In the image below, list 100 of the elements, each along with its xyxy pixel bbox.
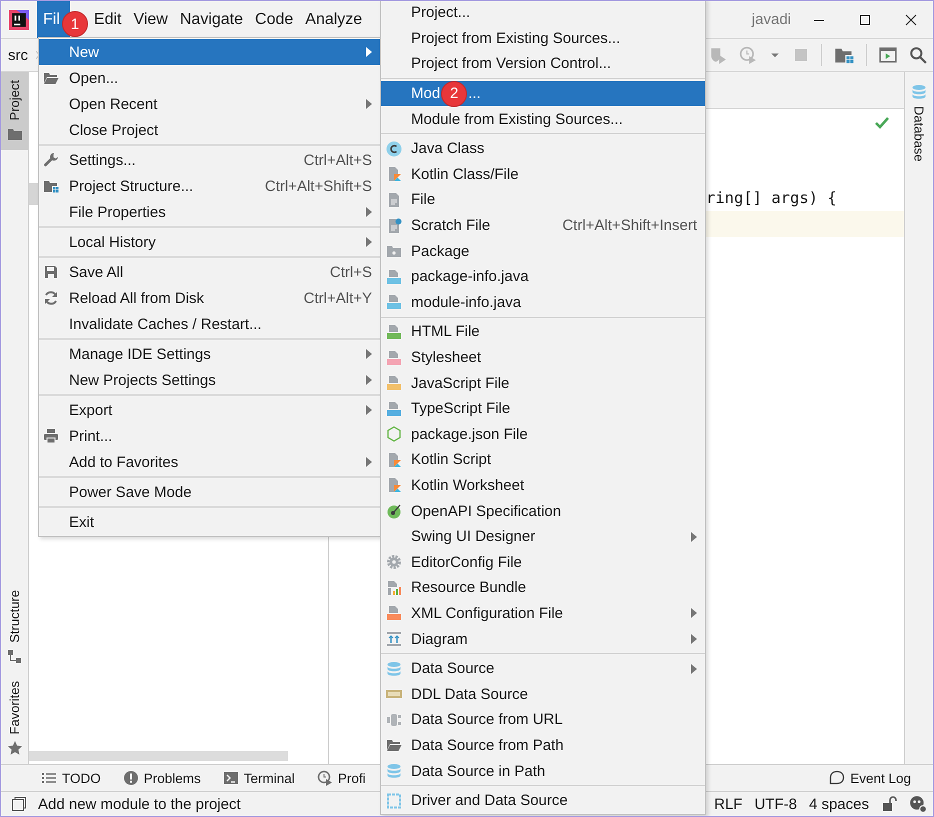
menu-item[interactable]: New Projects Settings — [39, 367, 380, 393]
database-icon — [386, 763, 402, 780]
tool-window-tab[interactable]: Favorites — [1, 672, 28, 764]
menu-item[interactable]: Kotlin Worksheet — [381, 472, 705, 498]
scrollbar-thumb[interactable] — [29, 751, 288, 761]
menu-item[interactable]: Add to Favorites — [39, 449, 380, 475]
menu-item[interactable]: Open... — [39, 65, 380, 91]
menu-item[interactable]: Open Recent — [39, 91, 380, 117]
menu-bar-item[interactable]: View — [127, 1, 174, 38]
tool-window-button[interactable]: Profi — [316, 770, 366, 786]
run-window-icon[interactable] — [879, 46, 897, 64]
gear-icon — [386, 554, 402, 570]
openapi-icon — [386, 503, 402, 520]
close-icon[interactable] — [903, 12, 919, 28]
menu-item[interactable]: Module from Existing Sources... — [381, 106, 705, 132]
menu-item[interactable]: Diagram — [381, 626, 705, 652]
menu-bar-item[interactable]: Navigate — [174, 1, 250, 38]
menu-item[interactable]: File Properties — [39, 199, 380, 225]
kotlin-file-icon — [386, 452, 402, 468]
tool-window-tab[interactable]: Project — [1, 72, 28, 150]
menu-item[interactable]: Data Source in Path — [381, 758, 705, 784]
speech-balloon-icon — [829, 770, 846, 786]
menu-item[interactable]: Package — [381, 238, 705, 264]
menu-item[interactable]: Manage IDE Settings — [39, 341, 380, 367]
menu-item[interactable]: Exit — [39, 509, 380, 535]
menu-item[interactable]: Close Project — [39, 117, 380, 143]
menu-item[interactable]: Export — [39, 397, 380, 423]
java-file-icon — [386, 268, 402, 285]
exclamation-circle-icon — [122, 770, 139, 786]
menu-bar-item[interactable]: Edit — [88, 1, 128, 38]
menu-item[interactable]: Print... — [39, 423, 380, 449]
tool-window-button[interactable]: Problems — [122, 770, 201, 786]
package-icon — [386, 243, 402, 260]
app-logo-icon[interactable] — [9, 10, 29, 30]
terminal-icon — [222, 770, 239, 786]
hexagon-icon — [386, 426, 402, 442]
menu-item[interactable]: Project... — [381, 1, 705, 26]
menu-item[interactable]: Reload All from Disk Ctrl+Alt+Y — [39, 285, 380, 311]
printer-icon — [43, 428, 59, 444]
status-indicator[interactable]: 4 spaces — [808, 796, 869, 812]
star-icon — [6, 740, 22, 756]
menu-item[interactable]: Resource Bundle — [381, 575, 705, 601]
menu-item[interactable]: package-info.java — [381, 264, 705, 290]
menu-item[interactable]: Local History — [39, 229, 380, 255]
menu-item[interactable]: Project from Existing Sources... — [381, 26, 705, 52]
diagram-icon — [386, 631, 402, 648]
menu-item[interactable]: OpenAPI Specification — [381, 498, 705, 524]
menu-item[interactable]: Java Class — [381, 136, 705, 162]
menu-item[interactable]: Data Source from URL — [381, 707, 705, 733]
check-icon — [874, 115, 890, 131]
tool-window-tab[interactable]: Database — [905, 72, 933, 170]
database-icon — [911, 84, 927, 100]
folder-grid-icon — [43, 178, 59, 194]
menu-item[interactable]: Settings... Ctrl+Alt+S — [39, 147, 380, 173]
menu-item[interactable]: Swing UI Designer — [381, 524, 705, 550]
menu-item[interactable]: TypeScript File — [381, 396, 705, 422]
folder-open-icon — [386, 737, 402, 754]
menu-item[interactable]: Data Source from Path — [381, 732, 705, 758]
menu-bar-item[interactable]: Code — [249, 1, 300, 38]
menu-item[interactable]: HTML File — [381, 319, 705, 345]
menu-item[interactable]: module-info.java — [381, 290, 705, 316]
shortcut-text: Ctrl+S — [328, 264, 372, 280]
menu-item[interactable]: Driver and Data Source — [381, 788, 705, 814]
ts-file-icon — [386, 400, 402, 417]
menu-item[interactable]: JavaScript File — [381, 370, 705, 396]
menu-item[interactable]: Save All Ctrl+S — [39, 259, 380, 285]
menu-item[interactable]: Kotlin Class/File — [381, 162, 705, 188]
search-icon[interactable] — [909, 46, 927, 64]
menu-bar-item[interactable]: Analyze — [299, 1, 368, 38]
list-icon — [41, 770, 57, 786]
menu-item[interactable]: Power Save Mode — [39, 479, 380, 505]
square-icon[interactable] — [11, 796, 27, 812]
status-indicator[interactable]: UTF-8 — [754, 796, 797, 812]
menu-item[interactable]: package.json File — [381, 422, 705, 448]
tool-window-button[interactable]: Event Log — [829, 770, 911, 786]
menu-item[interactable]: Kotlin Script — [381, 447, 705, 473]
database-icon — [386, 660, 402, 677]
menu-item[interactable]: EditorConfig File — [381, 549, 705, 576]
clock-play-icon — [316, 770, 333, 786]
menu-item[interactable]: Stylesheet — [381, 344, 705, 370]
menu-item[interactable]: File — [381, 187, 705, 213]
tool-window-button[interactable]: Terminal — [222, 770, 295, 786]
status-indicator[interactable]: RLF — [714, 796, 742, 812]
tool-window-tab[interactable]: Structure — [1, 582, 28, 673]
breadcrumb-item[interactable]: src — [8, 46, 28, 64]
step-badge: 2 — [441, 80, 468, 107]
menu-item[interactable]: New — [39, 39, 380, 65]
kotlin-file-icon — [386, 166, 402, 182]
menu-item[interactable]: Project Structure... Ctrl+Alt+Shift+S — [39, 173, 380, 199]
menu-item[interactable]: DDL Data Source — [381, 681, 705, 708]
menu-item[interactable]: Mod 2 ... — [381, 80, 705, 106]
menu-item[interactable]: Data Source — [381, 656, 705, 682]
tool-window-button[interactable]: TODO — [41, 770, 101, 786]
menu-item[interactable]: Scratch File Ctrl+Alt+Shift+Insert — [381, 212, 705, 238]
menu-item[interactable]: Project from Version Control... — [381, 51, 705, 77]
menu-item[interactable]: XML Configuration File — [381, 600, 705, 626]
class-circle-icon — [386, 140, 402, 157]
menu-item[interactable]: Invalidate Caches / Restart... — [39, 311, 380, 337]
shortcut-text: Ctrl+Alt+S — [302, 152, 372, 168]
lock-icon[interactable] — [881, 796, 897, 812]
